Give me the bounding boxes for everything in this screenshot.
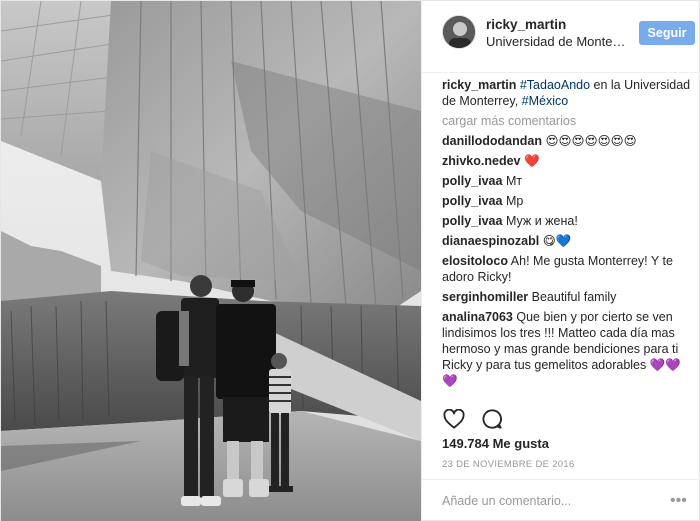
comment-text: Beautiful family xyxy=(531,290,617,304)
comment-input[interactable] xyxy=(442,490,662,512)
comment: analina7063 Que bien y por cierto se ven… xyxy=(442,309,692,389)
comment-username[interactable]: dianaespinozabl xyxy=(442,234,539,248)
load-more-comments[interactable]: cargar más comentarios xyxy=(442,113,692,129)
action-bar xyxy=(442,405,504,433)
comment-button[interactable] xyxy=(480,407,504,431)
comment: danillododandan 😍😍😍😍😍😍😍 xyxy=(442,133,692,149)
header-username[interactable]: ricky_martin xyxy=(486,17,566,32)
comment-text: ❤️ xyxy=(523,154,540,168)
comment-username[interactable]: serginhomiller xyxy=(442,290,528,304)
comment-username[interactable]: polly_ivaa xyxy=(442,194,502,208)
comment-text: Мт xyxy=(505,174,523,188)
comment: polly_ivaa Мт xyxy=(442,173,692,189)
add-comment-bar: ••• xyxy=(422,479,700,521)
hashtag-mexico[interactable]: #México xyxy=(522,94,569,108)
comment-username[interactable]: elositoloco xyxy=(442,254,508,268)
comment-username[interactable]: polly_ivaa xyxy=(442,214,502,228)
avatar[interactable] xyxy=(442,15,476,49)
comment-text: 😋💙 xyxy=(542,234,572,248)
post-photo[interactable] xyxy=(1,1,421,521)
comment: serginhomiller Beautiful family xyxy=(442,289,692,305)
comment: dianaespinozabl 😋💙 xyxy=(442,233,692,249)
caption-username[interactable]: ricky_martin xyxy=(442,78,516,92)
like-count[interactable]: 149.784 Me gusta xyxy=(442,436,549,451)
more-options-icon[interactable]: ••• xyxy=(670,490,687,512)
comment: polly_ivaa Муж и жена! xyxy=(442,213,692,229)
post-date: 23 DE NOVIEMBRE DE 2016 xyxy=(442,459,575,470)
post-details-panel: ricky_martin Universidad de Monterrey Se… xyxy=(421,1,700,521)
header-location[interactable]: Universidad de Monterrey xyxy=(486,34,626,49)
comment: elositoloco Ah! Me gusta Monterrey! Y te… xyxy=(442,253,692,285)
caption: ricky_martin #TadaoAndo en la Universida… xyxy=(442,77,692,109)
speech-bubble-icon xyxy=(482,409,502,429)
comment-username[interactable]: zhivko.nedev xyxy=(442,154,521,168)
comment-text: Муж и жена! xyxy=(505,214,578,228)
comment-username[interactable]: polly_ivaa xyxy=(442,174,502,188)
comment-username[interactable]: danillododandan xyxy=(442,134,542,148)
comment-text: Мр xyxy=(505,194,524,208)
heart-outline-icon xyxy=(443,409,465,429)
instagram-post: ricky_martin Universidad de Monterrey Se… xyxy=(0,0,700,521)
like-button[interactable] xyxy=(442,407,466,431)
hashtag-tadaoando[interactable]: #TadaoAndo xyxy=(520,78,590,92)
avatar-image xyxy=(443,16,475,48)
comment: zhivko.nedev ❤️ xyxy=(442,153,692,169)
comment-text: 😍😍😍😍😍😍😍 xyxy=(545,134,637,148)
comments-list: ricky_martin #TadaoAndo en la Universida… xyxy=(442,77,692,393)
comment-username[interactable]: analina7063 xyxy=(442,310,513,324)
post-header: ricky_martin Universidad de Monterrey Se… xyxy=(422,1,700,73)
photo-image xyxy=(1,1,421,521)
comment: polly_ivaa Мр xyxy=(442,193,692,209)
follow-button[interactable]: Seguir xyxy=(639,21,695,45)
